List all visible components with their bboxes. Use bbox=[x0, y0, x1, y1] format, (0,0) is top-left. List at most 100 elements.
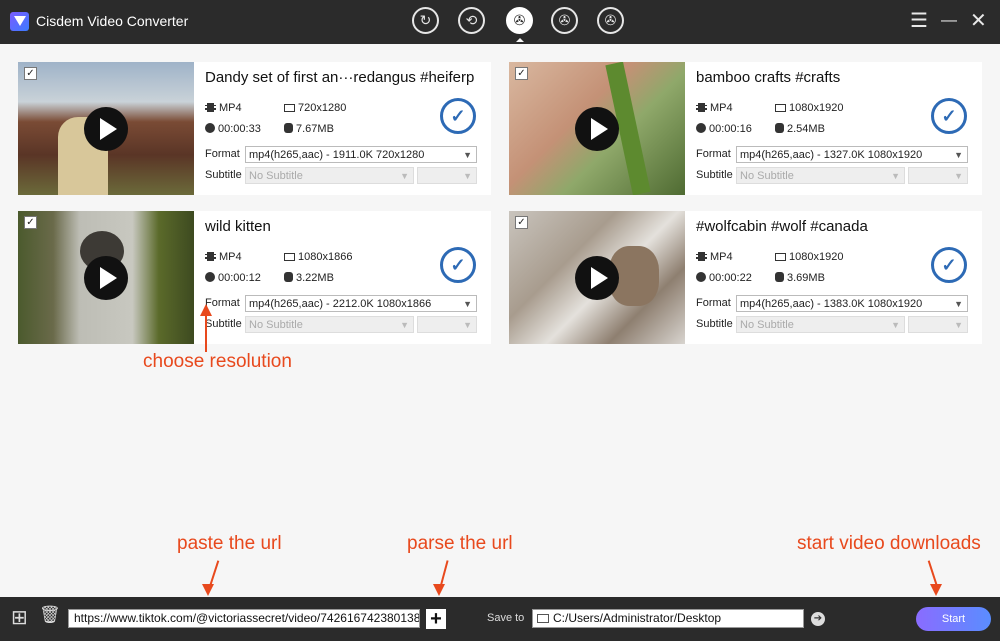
close-button[interactable]: ✕ bbox=[970, 11, 987, 31]
play-icon[interactable] bbox=[84, 256, 128, 300]
resolution-value: 1080x1920 bbox=[789, 251, 844, 263]
size-value: 3.22MB bbox=[296, 272, 334, 284]
save-path-field[interactable]: C:/Users/Administrator/Desktop bbox=[532, 609, 804, 628]
duration-value: 00:00:33 bbox=[218, 123, 261, 135]
select-checkbox[interactable]: ✓ bbox=[515, 216, 528, 229]
audio-track-select[interactable]: ▼ bbox=[417, 167, 477, 184]
compress-mode-icon[interactable]: ⟲ bbox=[458, 7, 485, 34]
chevron-down-icon: ▼ bbox=[954, 320, 963, 330]
duration-info: 00:00:16 bbox=[696, 123, 752, 135]
menu-icon[interactable]: ☰ bbox=[910, 11, 928, 31]
duration-value: 00:00:16 bbox=[709, 123, 752, 135]
video-thumbnail[interactable] bbox=[509, 211, 685, 344]
open-folder-arrow-icon[interactable]: ➔ bbox=[811, 612, 825, 626]
save-path-value: C:/Users/Administrator/Desktop bbox=[553, 611, 722, 625]
delete-button[interactable]: 🗑 bbox=[39, 605, 61, 625]
video-title: #wolfcabin #wolf #canada bbox=[696, 218, 868, 235]
subtitle-value: No Subtitle bbox=[249, 170, 303, 182]
chevron-down-icon: ▼ bbox=[954, 299, 963, 309]
video-title: Dandy set of first an···redangus #heifer… bbox=[205, 69, 475, 86]
subtitle-select[interactable]: No Subtitle ▼ bbox=[245, 167, 414, 184]
format-select[interactable]: mp4(h265,aac) - 1327.0K 1080x1920 ▼ bbox=[736, 146, 968, 163]
subtitle-value: No Subtitle bbox=[249, 319, 303, 331]
resolution-value: 1080x1920 bbox=[789, 102, 844, 114]
select-checkbox[interactable]: ✓ bbox=[24, 216, 37, 229]
chevron-down-icon: ▼ bbox=[463, 171, 472, 181]
convert-mode-icon[interactable]: ↻ bbox=[412, 7, 439, 34]
burn-mode-icon[interactable]: ✇ bbox=[597, 7, 624, 34]
play-icon[interactable] bbox=[575, 256, 619, 300]
add-file-button[interactable]: ⊞ bbox=[11, 605, 28, 630]
play-icon[interactable] bbox=[84, 107, 128, 151]
rip-mode-icon[interactable]: ✇ bbox=[551, 7, 578, 34]
format-select[interactable]: mp4(h265,aac) - 1911.0K 720x1280 ▼ bbox=[245, 146, 477, 163]
audio-track-select[interactable]: ▼ bbox=[908, 167, 968, 184]
annotation-arrowhead bbox=[200, 304, 212, 316]
container-value: MP4 bbox=[710, 251, 733, 263]
storage-icon bbox=[284, 272, 293, 282]
duration-value: 00:00:12 bbox=[218, 272, 261, 284]
chevron-down-icon: ▼ bbox=[463, 150, 472, 160]
subtitle-value: No Subtitle bbox=[740, 170, 794, 182]
container-info: MP4 bbox=[205, 102, 242, 114]
film-icon bbox=[696, 252, 707, 261]
video-thumbnail[interactable] bbox=[18, 211, 194, 344]
clock-icon bbox=[696, 123, 706, 133]
container-info: MP4 bbox=[696, 102, 733, 114]
size-info: 3.69MB bbox=[775, 272, 825, 284]
bottom-bar: ⊞ 🗑 https://www.tiktok.com/@victoriassec… bbox=[0, 597, 1000, 641]
format-label: Format bbox=[696, 148, 731, 160]
done-check-icon: ✓ bbox=[440, 98, 476, 134]
annotation-arrowhead bbox=[930, 584, 942, 596]
resolution-info: 1080x1920 bbox=[775, 102, 843, 114]
minimize-button[interactable]: — bbox=[941, 11, 957, 31]
container-info: MP4 bbox=[205, 251, 242, 263]
container-value: MP4 bbox=[219, 251, 242, 263]
duration-info: 00:00:22 bbox=[696, 272, 752, 284]
play-icon[interactable] bbox=[575, 107, 619, 151]
video-thumbnail[interactable] bbox=[509, 62, 685, 195]
download-mode-icon[interactable]: ✇ bbox=[506, 7, 533, 42]
video-card: ✓ #wolfcabin #wolf #canada MP4 1080x1920… bbox=[509, 211, 982, 344]
chevron-down-icon: ▼ bbox=[463, 299, 472, 309]
storage-icon bbox=[284, 123, 293, 133]
format-select[interactable]: mp4(h265,aac) - 2212.0K 1080x1866 ▼ bbox=[245, 295, 477, 312]
container-value: MP4 bbox=[219, 102, 242, 114]
size-value: 7.67MB bbox=[296, 123, 334, 135]
select-checkbox[interactable]: ✓ bbox=[24, 67, 37, 80]
format-select[interactable]: mp4(h265,aac) - 1383.0K 1080x1920 ▼ bbox=[736, 295, 968, 312]
duration-value: 00:00:22 bbox=[709, 272, 752, 284]
parse-url-button[interactable]: + bbox=[426, 609, 446, 629]
clock-icon bbox=[696, 272, 706, 282]
clock-icon bbox=[205, 272, 215, 282]
storage-icon bbox=[775, 123, 784, 133]
subtitle-select[interactable]: No Subtitle ▼ bbox=[736, 167, 905, 184]
video-title: bamboo crafts #crafts bbox=[696, 69, 841, 86]
annotation-paste-url: paste the url bbox=[177, 533, 282, 554]
screen-icon bbox=[284, 104, 295, 112]
url-input[interactable]: https://www.tiktok.com/@victoriassecret/… bbox=[68, 609, 420, 628]
size-info: 2.54MB bbox=[775, 123, 825, 135]
subtitle-select[interactable]: No Subtitle ▼ bbox=[736, 316, 905, 333]
app-title: Cisdem Video Converter bbox=[36, 13, 189, 29]
chevron-down-icon: ▼ bbox=[954, 171, 963, 181]
subtitle-label: Subtitle bbox=[696, 169, 733, 181]
start-button[interactable]: Start bbox=[916, 607, 991, 631]
subtitle-label: Subtitle bbox=[205, 318, 242, 330]
subtitle-select[interactable]: No Subtitle ▼ bbox=[245, 316, 414, 333]
film-icon bbox=[696, 103, 707, 112]
done-check-icon: ✓ bbox=[931, 247, 967, 283]
chevron-down-icon: ▼ bbox=[400, 320, 409, 330]
film-icon bbox=[205, 252, 216, 261]
audio-track-select[interactable]: ▼ bbox=[417, 316, 477, 333]
select-checkbox[interactable]: ✓ bbox=[515, 67, 528, 80]
format-value: mp4(h265,aac) - 1327.0K 1080x1920 bbox=[740, 149, 923, 161]
resolution-info: 720x1280 bbox=[284, 102, 346, 114]
film-icon bbox=[205, 103, 216, 112]
subtitle-label: Subtitle bbox=[696, 318, 733, 330]
resolution-value: 720x1280 bbox=[298, 102, 347, 114]
video-thumbnail[interactable] bbox=[18, 62, 194, 195]
resolution-value: 1080x1866 bbox=[298, 251, 353, 263]
audio-track-select[interactable]: ▼ bbox=[908, 316, 968, 333]
container-info: MP4 bbox=[696, 251, 733, 263]
